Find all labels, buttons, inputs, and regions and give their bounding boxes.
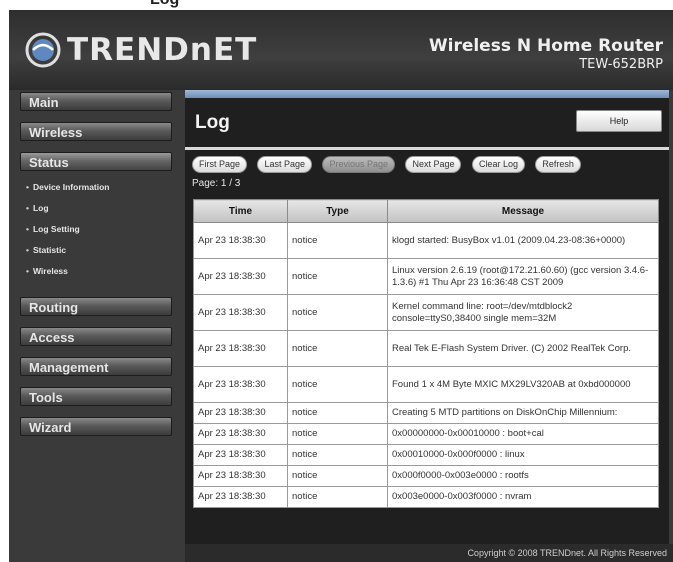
content-panel: Log Help First Page Last Page Previous P… (185, 98, 669, 544)
page-title: Log (195, 112, 230, 133)
submenu-item-label: Log (32, 203, 49, 213)
cell-type: notice (287, 423, 388, 445)
cell-message: 0x00000000-0x00010000 : boot+cal (387, 423, 659, 445)
table-row: Apr 23 18:38:30 notice klogd started: Bu… (193, 222, 659, 259)
copyright-text: Copyright © 2008 TRENDnet. All Rights Re… (467, 548, 667, 558)
submenu-item-log[interactable]: • Log (26, 199, 180, 220)
table-row: Apr 23 18:38:30 notice Real Tek E-Flash … (193, 330, 659, 367)
cell-time: Apr 23 18:38:30 (193, 486, 288, 508)
help-button[interactable]: Help (576, 110, 662, 132)
cell-time: Apr 23 18:38:30 (193, 465, 288, 487)
cell-type: notice (287, 294, 388, 331)
cell-message: Real Tek E-Flash System Driver. (C) 2002… (387, 330, 659, 367)
router-frame: TRENDnET Wireless N Home Router TEW-652B… (9, 10, 673, 562)
cell-type: notice (287, 444, 388, 466)
cell-time: Apr 23 18:38:30 (193, 258, 288, 295)
next-page-button[interactable]: Next Page (405, 156, 462, 173)
logo-text: TRENDnET (67, 32, 258, 68)
table-row: Apr 23 18:38:30 notice 0x000f0000-0x003e… (193, 465, 659, 487)
page-top-text: Log (150, 0, 179, 9)
submenu-item-label: Statistic (32, 245, 67, 255)
header: TRENDnET Wireless N Home Router TEW-652B… (9, 10, 673, 90)
cell-type: notice (287, 366, 388, 403)
submenu-item-log-setting[interactable]: • Log Setting (26, 220, 180, 241)
log-actions: First Page Last Page Previous Page Next … (192, 154, 587, 173)
sidebar-item-main[interactable]: Main (20, 92, 172, 111)
cell-type: notice (287, 258, 388, 295)
cell-message: klogd started: BusyBox v1.01 (2009.04.23… (387, 222, 659, 259)
clear-log-button[interactable]: Clear Log (471, 156, 525, 173)
trendnet-logo-icon (25, 32, 61, 68)
table-row: Apr 23 18:38:30 notice Linux version 2.6… (193, 258, 659, 295)
sidebar-item-status[interactable]: Status (20, 152, 172, 171)
bullet-icon: • (26, 224, 29, 234)
refresh-button[interactable]: Refresh (535, 156, 581, 173)
cell-time: Apr 23 18:38:30 (193, 330, 288, 367)
cell-message: Linux version 2.6.19 (root@172.21.60.60)… (387, 258, 659, 295)
footer: Copyright © 2008 TRENDnet. All Rights Re… (185, 544, 673, 562)
cell-time: Apr 23 18:38:30 (193, 423, 288, 445)
page-top-strip: Log (0, 0, 673, 10)
submenu-item-wireless[interactable]: • Wireless (26, 262, 180, 283)
submenu-item-label: Device Information (32, 182, 110, 192)
submenu-item-label: Log Setting (32, 224, 80, 234)
submenu-item-label: Wireless (32, 266, 68, 276)
column-header-time: Time (193, 199, 288, 223)
accent-bar (185, 90, 669, 98)
sidebar: Main Wireless Status • Device Information… (20, 92, 180, 447)
bullet-icon: • (26, 203, 29, 213)
cell-type: notice (287, 402, 388, 424)
table-row: Apr 23 18:38:30 notice Kernel command li… (193, 294, 659, 331)
table-row: Apr 23 18:38:30 notice 0x00010000-0x000f… (193, 444, 659, 466)
log-table: Time Type Message Apr 23 18:38:30 notice… (193, 199, 659, 508)
sidebar-item-routing[interactable]: Routing (20, 297, 172, 316)
last-page-button[interactable]: Last Page (257, 156, 312, 173)
cell-type: notice (287, 330, 388, 367)
product-title: Wireless N Home Router (428, 36, 663, 56)
sidebar-item-access[interactable]: Access (20, 327, 172, 346)
cell-type: notice (287, 222, 388, 259)
column-header-type: Type (287, 199, 388, 223)
column-header-message: Message (387, 199, 659, 223)
sidebar-item-wizard[interactable]: Wizard (20, 417, 172, 436)
cell-message: 0x000f0000-0x003e0000 : rootfs (387, 465, 659, 487)
table-row: Apr 23 18:38:30 notice Found 1 x 4M Byte… (193, 366, 659, 403)
cell-message: 0x003e0000-0x003f0000 : nvram (387, 486, 659, 508)
table-header-row: Time Type Message (193, 199, 659, 223)
cell-time: Apr 23 18:38:30 (193, 294, 288, 331)
bullet-icon: • (26, 182, 29, 192)
first-page-button[interactable]: First Page (192, 156, 248, 173)
cell-message: Creating 5 MTD partitions on DiskOnChip … (387, 402, 659, 424)
cell-message: Found 1 x 4M Byte MXIC MX29LV320AB at 0x… (387, 366, 659, 403)
product-model: TEW-652BRP (579, 57, 663, 72)
cell-time: Apr 23 18:38:30 (193, 222, 288, 259)
cell-time: Apr 23 18:38:30 (193, 444, 288, 466)
bullet-icon: • (26, 266, 29, 276)
previous-page-button[interactable]: Previous Page (322, 156, 395, 173)
sidebar-item-wireless[interactable]: Wireless (20, 122, 172, 141)
submenu-item-device-information[interactable]: • Device Information (26, 178, 180, 199)
sidebar-item-tools[interactable]: Tools (20, 387, 172, 406)
cell-message: Kernel command line: root=/dev/mtdblock2… (387, 294, 659, 331)
submenu-item-statistic[interactable]: • Statistic (26, 241, 180, 262)
cell-message: 0x00010000-0x000f0000 : linux (387, 444, 659, 466)
table-row: Apr 23 18:38:30 notice 0x003e0000-0x003f… (193, 486, 659, 508)
cell-time: Apr 23 18:38:30 (193, 366, 288, 403)
page-indicator: Page: 1 / 3 (192, 178, 241, 189)
cell-type: notice (287, 465, 388, 487)
sidebar-item-management[interactable]: Management (20, 357, 172, 376)
bullet-icon: • (26, 245, 29, 255)
divider (185, 147, 669, 150)
table-row: Apr 23 18:38:30 notice 0x00000000-0x0001… (193, 423, 659, 445)
cell-type: notice (287, 486, 388, 508)
cell-time: Apr 23 18:38:30 (193, 402, 288, 424)
table-row: Apr 23 18:38:30 notice Creating 5 MTD pa… (193, 402, 659, 424)
status-submenu: • Device Information • Log • Log Setting • S… (26, 178, 180, 283)
